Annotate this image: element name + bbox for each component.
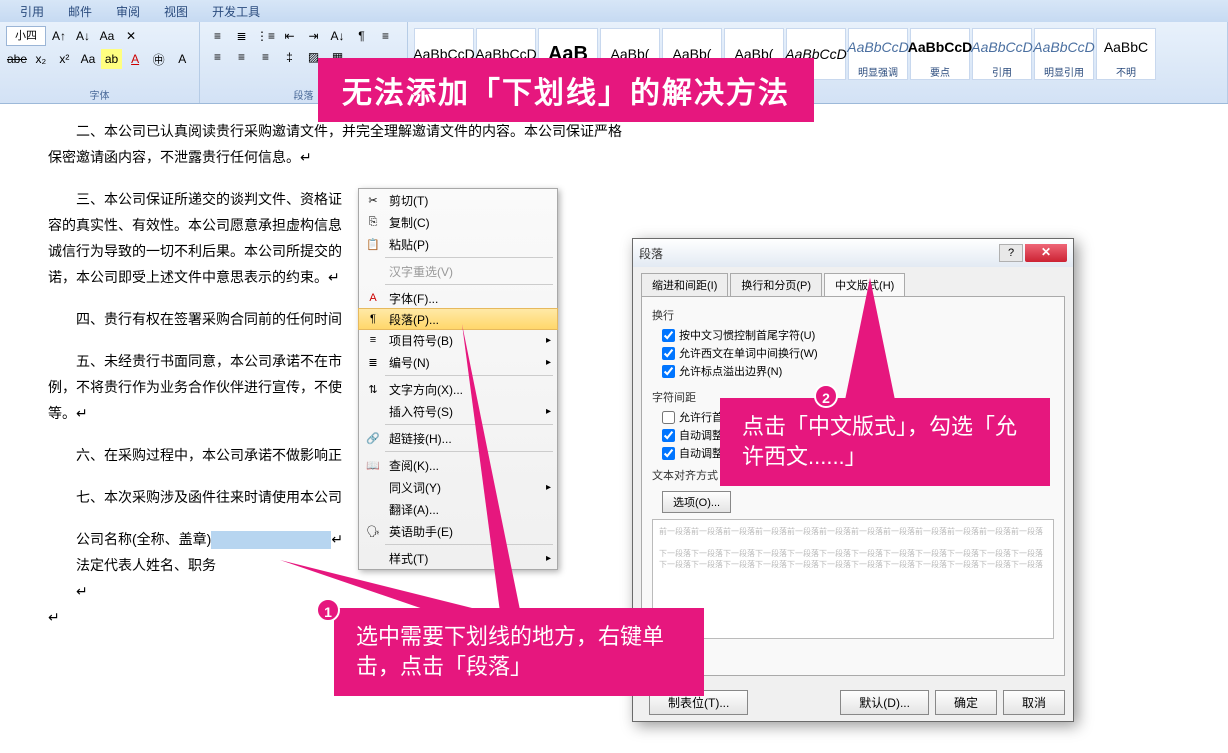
change-case-button[interactable]: Aa — [96, 26, 118, 46]
numbering-button[interactable]: ≣ — [230, 26, 253, 46]
ctx-english[interactable]: 🗣英语助手(E) — [359, 520, 557, 542]
ribbon-tabs: 引用 邮件 审阅 视图 开发工具 — [0, 0, 1228, 22]
style-item[interactable]: AaBbCcD引用 — [972, 28, 1032, 80]
ctx-synonym[interactable]: 同义词(Y)▸ — [359, 476, 557, 498]
anno-title: 无法添加「下划线」的解决方法 — [318, 58, 814, 122]
anno-box-2: 点击「中文版式」，勾选「允许西文......」 — [720, 398, 1050, 486]
font-icon: A — [365, 292, 381, 304]
style-item[interactable]: AaBbCcD要点 — [910, 28, 970, 80]
line-spacing-button[interactable]: ‡ — [278, 47, 301, 67]
ctx-copy[interactable]: ⎘复制(C) — [359, 211, 557, 233]
selection-highlight[interactable] — [211, 531, 331, 549]
context-menu: ✂剪切(T) ⎘复制(C) 📋粘贴(P) 汉字重选(V) A字体(F)... ¶… — [358, 188, 558, 570]
doc-para[interactable]: 二、本公司已认真阅读贵行采购邀请文件，并完全理解邀请文件的内容。本公司保证严格保… — [48, 118, 632, 170]
style-item[interactable]: AaBbC不明 — [1096, 28, 1156, 80]
superscript-button[interactable]: x² — [54, 49, 76, 69]
ctx-paragraph[interactable]: ¶段落(P)... — [358, 308, 558, 330]
dlg-tab-indent[interactable]: 缩进和间距(I) — [641, 273, 728, 296]
dialog-close-button[interactable]: ✕ — [1025, 244, 1067, 262]
shrink-font-button[interactable]: A↓ — [72, 26, 94, 46]
tab-dev[interactable]: 开发工具 — [200, 0, 272, 22]
numbering-icon: ≣ — [365, 356, 381, 369]
ctx-translate[interactable]: 翻译(A)... — [359, 498, 557, 520]
tab-view[interactable]: 视图 — [152, 0, 200, 22]
phonetic-button[interactable]: ㊥ — [148, 49, 170, 69]
subscript-button[interactable]: x₂ — [30, 49, 52, 69]
dialog-help-button[interactable]: ? — [999, 244, 1023, 262]
ok-button[interactable]: 确定 — [935, 690, 997, 715]
english-icon: 🗣 — [365, 525, 381, 538]
tab-mail[interactable]: 邮件 — [56, 0, 104, 22]
show-marks-button[interactable]: ¶ — [350, 26, 373, 46]
ctx-lookup[interactable]: 📖查阅(K)... — [359, 454, 557, 476]
text-effect-button[interactable]: Aa — [77, 49, 99, 69]
ctx-bullets[interactable]: ≡项目符号(B)▸ — [359, 329, 557, 351]
grp-wrap-label: 换行 — [652, 307, 1054, 323]
font-group-label: 字体 — [0, 87, 199, 102]
ctx-reconvert[interactable]: 汉字重选(V) — [359, 260, 557, 282]
dialog-titlebar[interactable]: 段落 ? ✕ — [633, 239, 1073, 267]
border-button[interactable]: A — [171, 49, 193, 69]
multilevel-button[interactable]: ⋮≡ — [254, 26, 277, 46]
default-button[interactable]: 默认(D)... — [840, 690, 929, 715]
anno-box-1: 选中需要下划线的地方，右键单击，点击「段落」 — [334, 608, 704, 696]
paragraph-icon: ¶ — [365, 313, 381, 325]
style-item[interactable]: AaBbCcD明显强调 — [848, 28, 908, 80]
link-icon: 🔗 — [365, 432, 381, 445]
sort-button[interactable]: A↓ — [326, 26, 349, 46]
dlg-tab-chinese[interactable]: 中文版式(H) — [824, 273, 905, 296]
bullets-button[interactable]: ≡ — [206, 26, 229, 46]
align-center-button[interactable]: ≡ — [206, 47, 229, 67]
anno-marker-1: 1 — [316, 598, 340, 622]
ctx-numbering[interactable]: ≣编号(N)▸ — [359, 351, 557, 373]
ctx-cut[interactable]: ✂剪切(T) — [359, 189, 557, 211]
lookup-icon: 📖 — [365, 459, 381, 472]
ctx-paste[interactable]: 📋粘贴(P) — [359, 233, 557, 255]
dialog-title: 段落 — [639, 245, 999, 262]
strike-button[interactable]: abe — [6, 49, 28, 69]
document-body[interactable]: 二、本公司已认真阅读贵行采购邀请文件，并完全理解邀请文件的内容。本公司保证严格保… — [0, 118, 680, 630]
anno-marker-2: 2 — [814, 384, 838, 408]
paragraph-preview: 前一段落前一段落前一段落前一段落前一段落前一段落前一段落前一段落前一段落前一段落… — [652, 519, 1054, 639]
align-justify-button[interactable]: ≡ — [254, 47, 277, 67]
scissors-icon: ✂ — [365, 194, 381, 207]
chk-allow-latin-break[interactable]: 允许西文在单词中间换行(W) — [662, 345, 1054, 361]
text-dir-icon: ⇅ — [365, 383, 381, 396]
paste-icon: 📋 — [365, 238, 381, 251]
highlight-button[interactable]: ab — [101, 49, 123, 69]
dlg-tab-linebreak[interactable]: 换行和分页(P) — [730, 273, 822, 296]
style-item[interactable]: AaBbCcD明显引用 — [1034, 28, 1094, 80]
align-right-button[interactable]: ≡ — [230, 47, 253, 67]
grow-font-button[interactable]: A↑ — [48, 26, 70, 46]
cancel-button[interactable]: 取消 — [1003, 690, 1065, 715]
indent-dec-button[interactable]: ⇤ — [278, 26, 301, 46]
indent-inc-button[interactable]: ⇥ — [302, 26, 325, 46]
ctx-style[interactable]: 样式(T)▸ — [359, 547, 557, 569]
tab-review[interactable]: 审阅 — [104, 0, 152, 22]
font-color-button[interactable]: A — [124, 49, 146, 69]
bullets-icon: ≡ — [365, 334, 381, 346]
chk-cjk-first-last[interactable]: 按中文习惯控制首尾字符(U) — [662, 327, 1054, 343]
ctx-text-dir[interactable]: ⇅文字方向(X)... — [359, 378, 557, 400]
align-left-button[interactable]: ≡ — [374, 26, 397, 46]
ctx-font[interactable]: A字体(F)... — [359, 287, 557, 309]
ctx-hyperlink[interactable]: 🔗超链接(H)... — [359, 427, 557, 449]
copy-icon: ⎘ — [365, 216, 381, 229]
font-size-select[interactable]: 小四 — [6, 26, 46, 46]
clear-format-button[interactable]: ✕ — [120, 26, 142, 46]
options-button[interactable]: 选项(O)... — [662, 491, 731, 513]
tab-ref[interactable]: 引用 — [8, 0, 56, 22]
ctx-symbol[interactable]: 插入符号(S)▸ — [359, 400, 557, 422]
chk-allow-punct-overflow[interactable]: 允许标点溢出边界(N) — [662, 363, 1054, 379]
